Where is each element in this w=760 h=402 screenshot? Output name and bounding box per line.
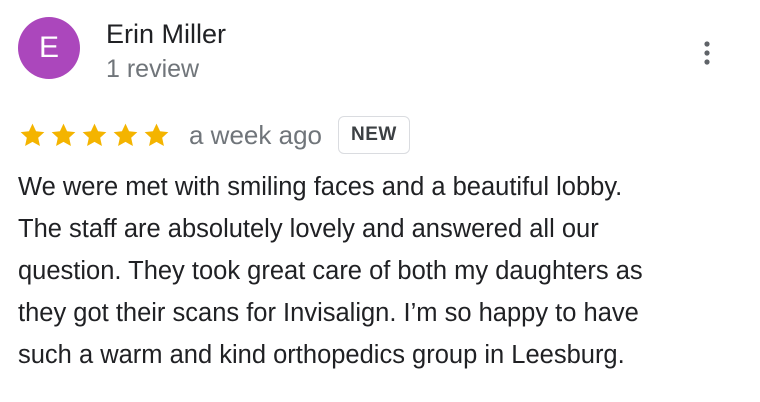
star-icon [18, 121, 47, 150]
reviewer-name[interactable]: Erin Miller [106, 17, 226, 51]
reviewer-review-count: 1 review [106, 55, 200, 83]
review-card: E Erin Miller 1 review a week ago NEW We… [0, 0, 760, 402]
rating-row: a week ago NEW [18, 114, 410, 156]
star-icon [80, 121, 109, 150]
review-text-line: We were met with smiling faces and a bea… [18, 173, 623, 201]
new-badge: NEW [337, 116, 410, 154]
avatar[interactable]: E [18, 17, 80, 79]
review-text-line: they got their scans for Invisalign. I’m… [18, 299, 639, 327]
star-icon [49, 121, 78, 150]
review-text: We were met with smiling faces and a bea… [18, 166, 748, 376]
review-time: a week ago [189, 120, 322, 150]
more-options-button[interactable] [692, 36, 722, 70]
review-text-line: The staff are absolutely lovely and answ… [18, 215, 599, 243]
star-icon [111, 121, 140, 150]
review-text-line: question. They took great care of both m… [18, 257, 643, 285]
review-text-line: such a warm and kind orthopedics group i… [18, 341, 625, 369]
more-vert-icon [704, 41, 710, 65]
star-rating [18, 121, 171, 150]
star-icon [142, 121, 171, 150]
avatar-initial: E [38, 31, 59, 64]
